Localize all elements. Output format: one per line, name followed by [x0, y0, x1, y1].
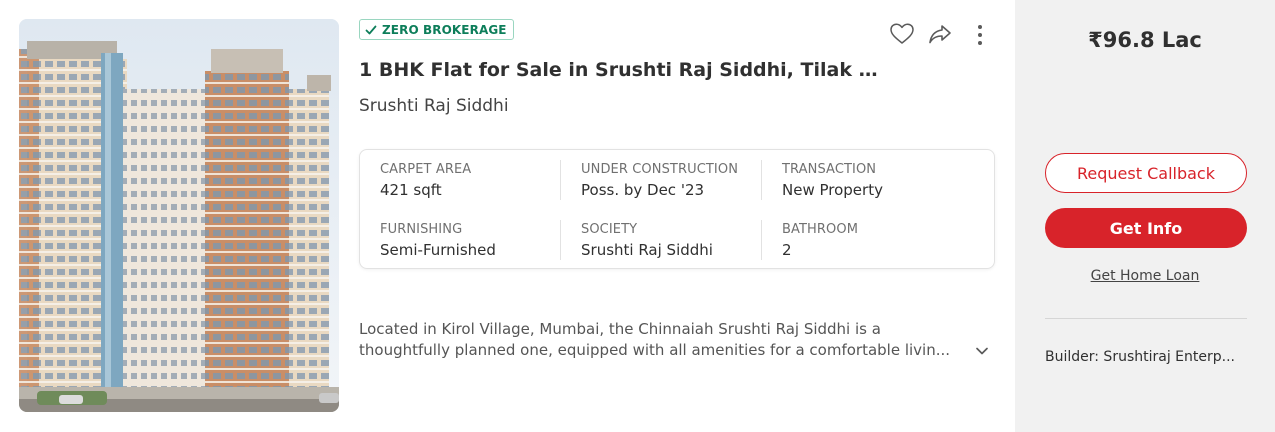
badge-label: ZERO BROKERAGE	[382, 22, 507, 37]
description-line: Located in Kirol Village, Mumbai, the Ch…	[359, 320, 881, 338]
spec-value[interactable]: Srushti Raj Siddhi	[581, 241, 761, 259]
chevron-down-icon[interactable]	[973, 342, 991, 360]
spec-status: UNDER CONSTRUCTION Poss. by Dec '23	[581, 162, 761, 199]
spec-divider	[761, 160, 762, 200]
check-icon	[365, 25, 377, 34]
heart-icon	[890, 23, 914, 44]
get-info-button[interactable]: Get Info	[1045, 208, 1247, 248]
property-card: ZERO BROKERAGE 1 BHK Flat for Sale in Sr…	[0, 0, 1275, 432]
spec-bathroom: BATHROOM 2	[782, 222, 962, 259]
price: ₹96.8 Lac	[1088, 28, 1202, 52]
spec-divider	[761, 220, 762, 260]
spec-label: TRANSACTION	[782, 162, 877, 177]
project-name[interactable]: Srushti Raj Siddhi	[359, 96, 509, 116]
shortlist-button[interactable]	[888, 20, 916, 48]
spec-value: Poss. by Dec '23	[581, 181, 705, 199]
share-button[interactable]	[926, 20, 954, 48]
spec-label: SOCIETY	[581, 222, 638, 237]
specs-box: CARPET AREA 421 sqft UNDER CONSTRUCTION …	[359, 149, 995, 269]
spec-carpet-area: CARPET AREA 421 sqft	[380, 162, 560, 199]
spec-transaction: TRANSACTION New Property	[782, 162, 962, 199]
listing-description: Located in Kirol Village, Mumbai, the Ch…	[359, 319, 967, 361]
more-options-button[interactable]	[966, 20, 994, 48]
builder-name: Builder: Srushtiraj Enterp...	[1045, 349, 1235, 365]
spec-value: Semi-Furnished	[380, 241, 496, 259]
price-panel: ₹96.8 Lac Request Callback Get Info Get …	[1015, 0, 1275, 432]
spec-value: 2	[782, 241, 792, 259]
more-vertical-icon	[978, 25, 982, 45]
spec-divider	[560, 160, 561, 200]
zero-brokerage-badge: ZERO BROKERAGE	[359, 19, 514, 40]
request-callback-button[interactable]: Request Callback	[1045, 153, 1247, 193]
get-home-loan-link[interactable]: Get Home Loan	[1015, 268, 1275, 284]
card-actions	[888, 20, 998, 48]
building-image	[19, 19, 339, 412]
spec-value: 421 sqft	[380, 181, 442, 199]
listing-title[interactable]: 1 BHK Flat for Sale in Srushti Raj Siddh…	[359, 59, 879, 81]
property-photo[interactable]	[19, 19, 339, 412]
spec-label: UNDER CONSTRUCTION	[581, 162, 739, 177]
spec-value: New Property	[782, 181, 883, 199]
spec-label: CARPET AREA	[380, 162, 472, 177]
divider	[1045, 318, 1247, 319]
spec-furnishing: FURNISHING Semi-Furnished	[380, 222, 560, 259]
spec-label: FURNISHING	[380, 222, 463, 237]
spec-label: BATHROOM	[782, 222, 859, 237]
share-icon	[929, 25, 951, 44]
spec-divider	[560, 220, 561, 260]
spec-society: SOCIETY Srushti Raj Siddhi	[581, 222, 761, 259]
description-line: thoughtfully planned one, equipped with …	[359, 341, 951, 359]
